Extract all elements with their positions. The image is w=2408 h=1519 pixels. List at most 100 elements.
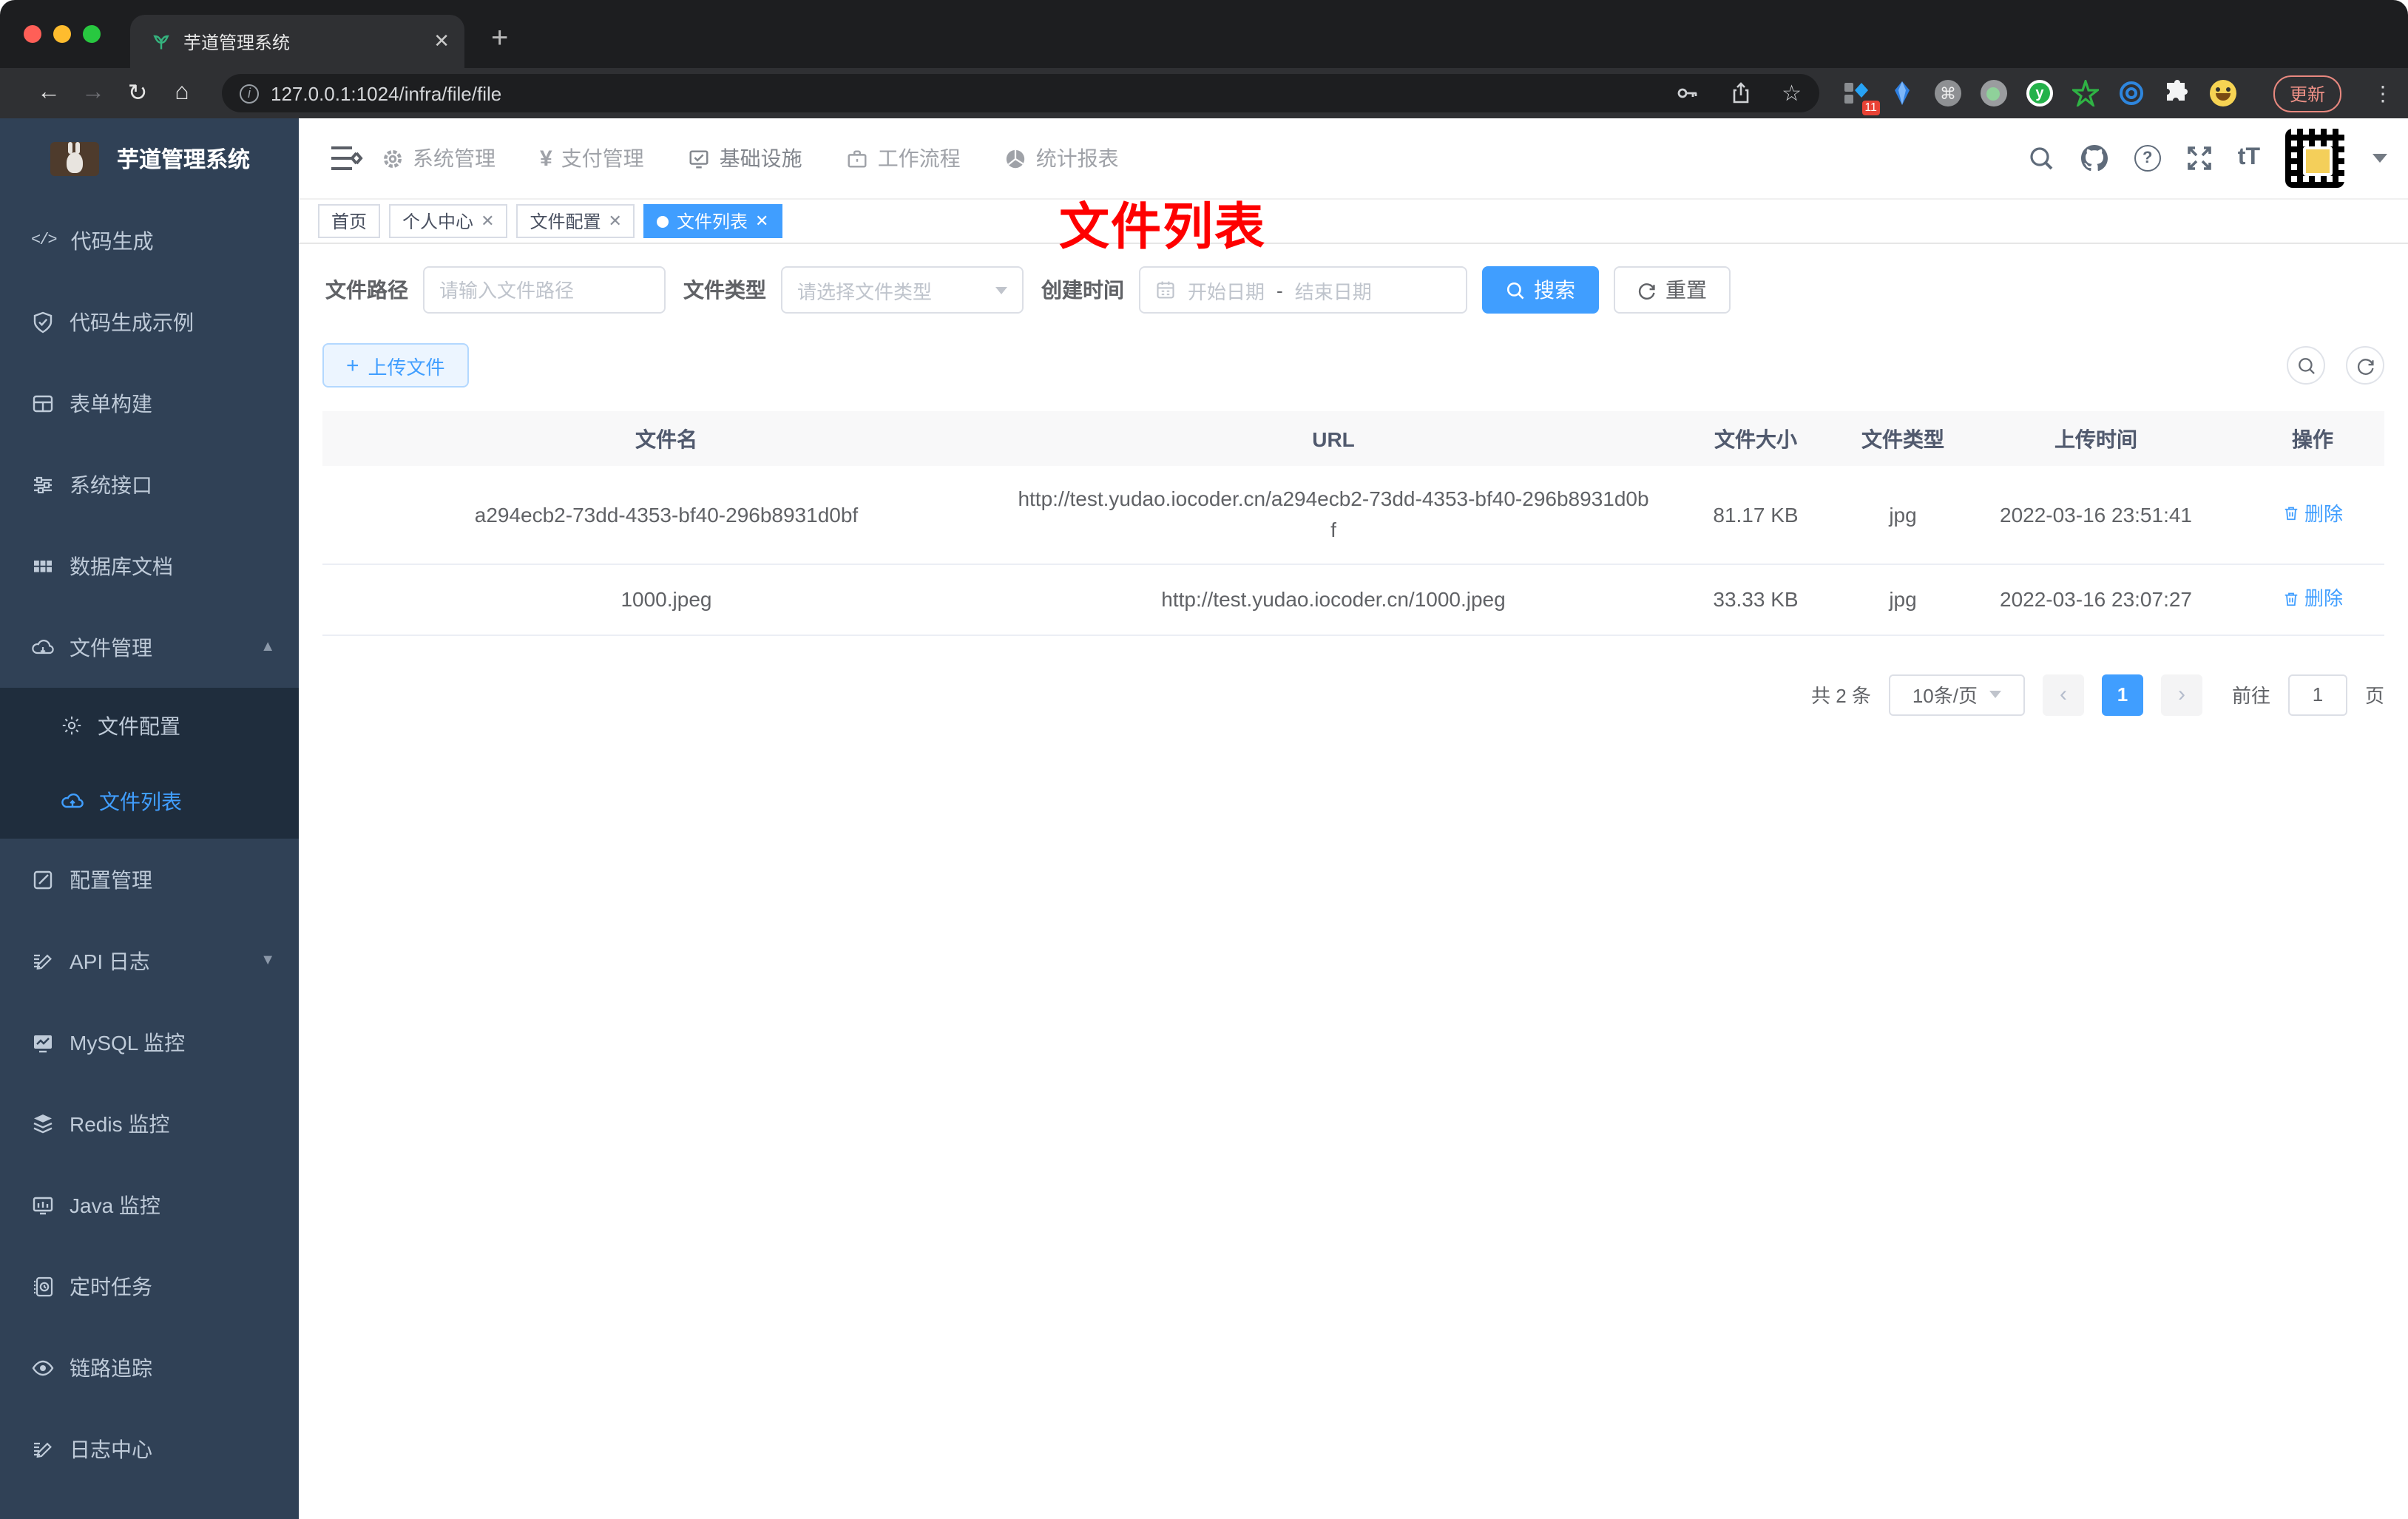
briefcase-icon [848, 149, 868, 167]
topnav-payment[interactable]: ¥ 支付管理 [540, 143, 644, 173]
date-start-placeholder[interactable]: 开始日期 [1188, 276, 1265, 304]
new-tab-button[interactable]: + [491, 22, 508, 56]
tag-profile[interactable]: 个人中心 ✕ [389, 204, 508, 238]
topnav-workflow[interactable]: 工作流程 [847, 143, 961, 173]
sliders-icon [34, 476, 52, 493]
delete-button[interactable]: 删除 [2282, 583, 2343, 614]
current-page[interactable]: 1 [2101, 674, 2143, 715]
sidebar-item-file-list[interactable]: 文件列表 [0, 763, 299, 839]
app-logo[interactable]: 芋道管理系统 [0, 118, 299, 200]
tag-file-config[interactable]: 文件配置 ✕ [516, 204, 635, 238]
prev-page-button[interactable]: ‹ [2042, 674, 2084, 715]
sidebar-item-mysql-monitor[interactable]: MySQL 监控 [0, 1001, 299, 1083]
delete-button[interactable]: 删除 [2282, 498, 2343, 530]
sidebar-item-code-demo[interactable]: 代码生成示例 [0, 281, 299, 362]
url-text[interactable]: 127.0.0.1:1024/infra/file/file [271, 82, 1651, 104]
extension-command-icon[interactable]: ⌘ [1934, 80, 1961, 106]
bookmark-star-icon[interactable]: ☆ [1782, 80, 1802, 106]
extension-dot-icon[interactable] [1980, 80, 2007, 106]
extension-gem-icon[interactable] [1889, 80, 1915, 106]
sidebar: 芋道管理系统 </> 代码生成 代码生成示例 表单构建 系统接口 数据库文档 文… [0, 118, 299, 1519]
reset-button[interactable]: 重置 [1614, 266, 1731, 314]
site-info-icon[interactable]: i [240, 84, 259, 103]
search-button[interactable]: 搜索 [1482, 266, 1599, 314]
close-icon[interactable]: ✕ [609, 212, 622, 231]
avatar-caret-icon[interactable] [2373, 154, 2387, 163]
edit-square-icon [33, 870, 53, 889]
sidebar-item-scheduled-tasks[interactable]: 定时任务 [0, 1245, 299, 1327]
next-page-button[interactable]: › [2160, 674, 2202, 715]
cloud-upload-icon [61, 793, 84, 808]
file-path-input[interactable] [423, 266, 666, 314]
sidebar-item-config-mgmt[interactable]: 配置管理 [0, 839, 299, 920]
sidebar-item-file-mgmt[interactable]: 文件管理 ▲ [0, 606, 299, 688]
sidebar-item-tracing[interactable]: 链路追踪 [0, 1327, 299, 1408]
file-type-label: 文件类型 [683, 278, 766, 302]
browser-menu-icon[interactable]: ⋮ [2373, 81, 2393, 106]
sidebar-item-code-gen[interactable]: </> 代码生成 [0, 200, 299, 281]
profile-avatar[interactable] [2209, 80, 2236, 106]
sidebar-item-log-center[interactable]: 日志中心 [0, 1408, 299, 1489]
share-icon[interactable] [1728, 81, 1752, 105]
tag-file-list[interactable]: 文件列表 ✕ [643, 204, 782, 238]
refresh-table-button[interactable] [2346, 346, 2384, 385]
topnav-reports[interactable]: 统计报表 [1005, 143, 1119, 173]
topnav-infra[interactable]: 基础设施 [689, 143, 802, 173]
file-path-field[interactable] [439, 279, 649, 301]
close-window-button[interactable] [24, 25, 41, 43]
tab-close-icon[interactable]: ✕ [433, 30, 450, 53]
file-type-select[interactable]: 请选择文件类型 [781, 266, 1024, 314]
extensions-puzzle-icon[interactable] [2164, 80, 2191, 106]
back-icon[interactable]: ← [27, 80, 71, 106]
github-icon[interactable] [2080, 143, 2109, 173]
sidebar-item-db-doc[interactable]: 数据库文档 [0, 525, 299, 606]
reload-icon[interactable]: ↻ [115, 78, 160, 108]
home-icon[interactable]: ⌂ [160, 80, 204, 106]
sidebar-item-api-log[interactable]: API 日志 ▼ [0, 920, 299, 1001]
forward-icon[interactable]: → [71, 80, 115, 106]
minimize-window-button[interactable] [53, 25, 71, 43]
extension-star-icon[interactable] [2072, 80, 2099, 106]
pagination: 共 2 条 10条/页 ‹ 1 › 前往 页 [322, 674, 2384, 715]
upload-file-button[interactable]: + 上传文件 [322, 343, 469, 388]
close-icon[interactable]: ✕ [481, 212, 494, 231]
help-icon[interactable]: ? [2134, 145, 2161, 172]
window-controls[interactable] [24, 25, 101, 43]
sidebar-item-java-monitor[interactable]: Java 监控 [0, 1164, 299, 1245]
filter-form: 文件路径 文件类型 请选择文件类型 创建时间 开始日期 - 结束日期 [322, 266, 2384, 314]
password-key-icon[interactable] [1675, 81, 1699, 105]
sidebar-item-file-config[interactable]: 文件配置 [0, 688, 299, 763]
gear-icon [62, 716, 81, 735]
cell-url: http://test.yudao.iocoder.cn/1000.jpeg [1010, 564, 1657, 635]
goto-page-input[interactable] [2287, 674, 2347, 715]
grid-icon [34, 560, 52, 572]
cell-type: jpg [1855, 564, 1951, 635]
top-navigation: 系统管理 ¥ 支付管理 基础设施 工作流程 统计报表 [382, 143, 1119, 173]
eye-icon [32, 1359, 54, 1376]
sidebar-item-system-api[interactable]: 系统接口 [0, 444, 299, 525]
sidebar-toggle-icon[interactable] [319, 145, 373, 172]
browser-tab[interactable]: 芋道管理系统 ✕ [130, 15, 464, 68]
table-row: a294ecb2-73dd-4353-bf40-296b8931d0bf htt… [322, 466, 2384, 565]
date-end-placeholder[interactable]: 结束日期 [1295, 276, 1372, 304]
zoom-window-button[interactable] [83, 25, 101, 43]
tag-home[interactable]: 首页 [318, 204, 381, 238]
cloud-download-icon [32, 639, 54, 654]
extension-v-icon[interactable]: y [2026, 80, 2053, 106]
close-icon[interactable]: ✕ [755, 212, 768, 231]
address-bar[interactable]: i 127.0.0.1:1024/infra/file/file ☆ [222, 74, 1819, 112]
topnav-system[interactable]: 系统管理 [382, 143, 496, 173]
browser-update-button[interactable]: 更新 [2273, 75, 2341, 112]
page-size-select[interactable]: 10条/页 [1888, 674, 2025, 715]
toggle-search-button[interactable] [2287, 346, 2325, 385]
extension-rings-icon[interactable] [2118, 80, 2145, 106]
sidebar-item-form-builder[interactable]: 表单构建 [0, 362, 299, 444]
sidebar-item-redis-monitor[interactable]: Redis 监控 [0, 1083, 299, 1164]
search-icon[interactable] [2028, 145, 2054, 172]
fullscreen-icon[interactable] [2186, 145, 2213, 172]
date-separator: - [1276, 279, 1283, 301]
extension-tabs-icon[interactable]: 11 [1843, 80, 1880, 115]
font-size-icon[interactable]: tT [2238, 145, 2260, 172]
date-range-picker[interactable]: 开始日期 - 结束日期 [1139, 266, 1467, 314]
user-avatar[interactable] [2285, 129, 2344, 188]
